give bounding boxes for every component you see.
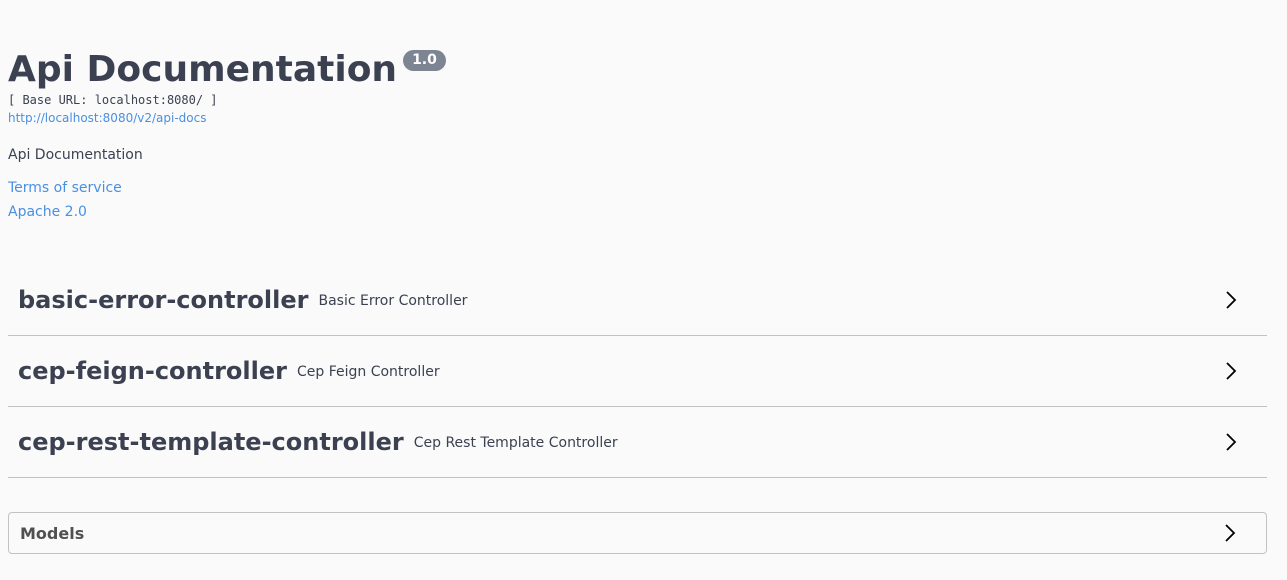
- tag-section-cep-rest-template-controller[interactable]: cep-rest-template-controller Cep Rest Te…: [8, 407, 1267, 478]
- api-info: Api Documentation 1.0 [ Base URL: localh…: [8, 48, 1267, 221]
- chevron-right-icon[interactable]: [1221, 432, 1241, 452]
- terms-of-service-link[interactable]: Terms of service: [8, 179, 1267, 197]
- swagger-ui: Api Documentation 1.0 [ Base URL: localh…: [0, 0, 1287, 580]
- models-section[interactable]: Models: [8, 512, 1267, 554]
- chevron-right-icon[interactable]: [1221, 290, 1241, 310]
- version-badge: 1.0: [403, 50, 446, 71]
- tag-section-basic-error-controller[interactable]: basic-error-controller Basic Error Contr…: [8, 265, 1267, 336]
- tag-description: Cep Feign Controller: [296, 364, 440, 380]
- api-description: Api Documentation: [8, 147, 143, 163]
- tag-description: Basic Error Controller: [318, 293, 468, 309]
- tag-name: cep-feign-controller: [18, 357, 287, 385]
- models-label: Models: [20, 523, 85, 543]
- api-docs-link[interactable]: http://localhost:8080/v2/api-docs: [8, 110, 1267, 126]
- page-title: Api Documentation: [8, 49, 398, 90]
- tag-name: basic-error-controller: [18, 286, 309, 314]
- chevron-right-icon[interactable]: [1220, 523, 1240, 543]
- tag-section-cep-feign-controller[interactable]: cep-feign-controller Cep Feign Controlle…: [8, 336, 1267, 407]
- license-link[interactable]: Apache 2.0: [8, 203, 1267, 221]
- title-row: Api Documentation 1.0: [8, 48, 1267, 92]
- chevron-right-icon[interactable]: [1221, 361, 1241, 381]
- tag-name: cep-rest-template-controller: [18, 428, 404, 456]
- tag-description: Cep Rest Template Controller: [413, 435, 618, 451]
- base-url: [ Base URL: localhost:8080/ ]: [8, 93, 218, 107]
